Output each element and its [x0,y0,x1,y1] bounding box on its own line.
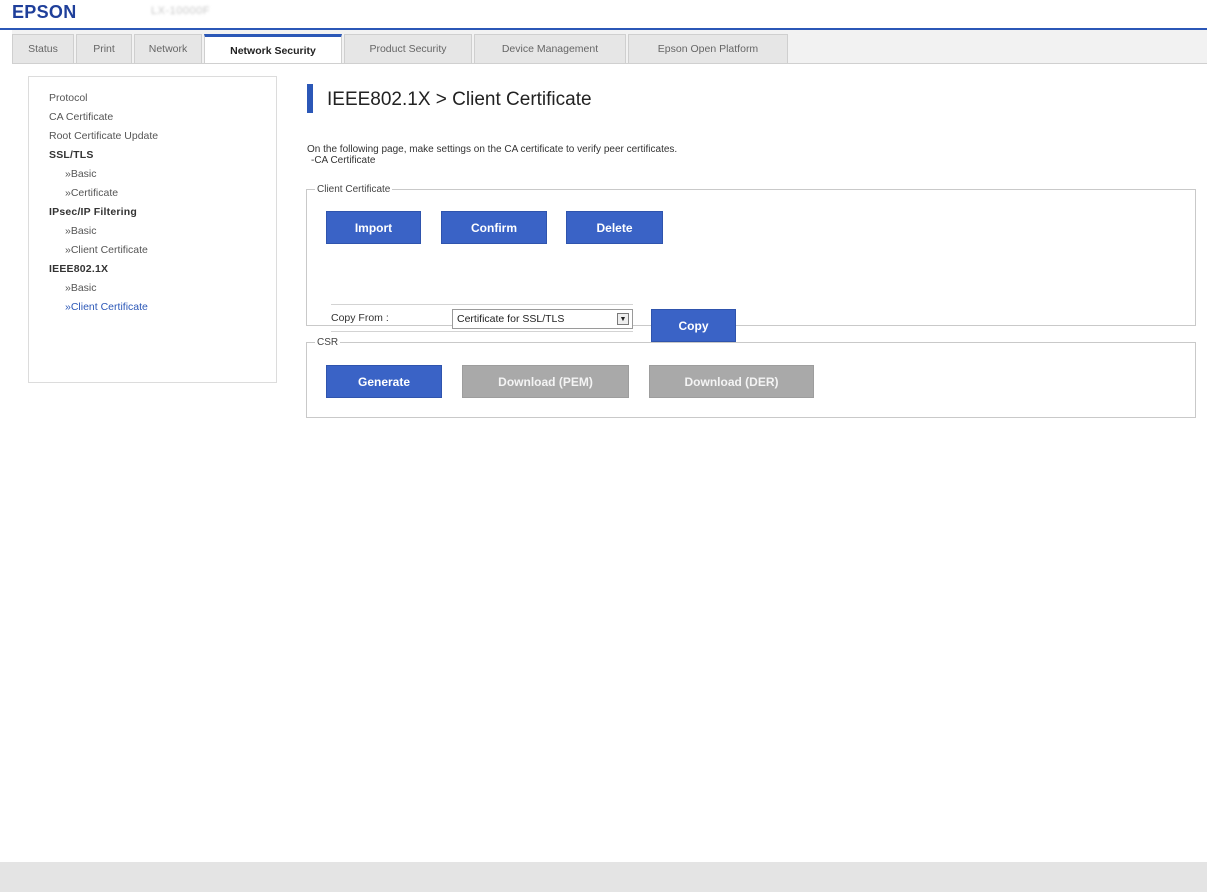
tab-device-management[interactable]: Device Management [474,34,626,63]
epson-logo: EPSON [12,2,77,22]
page-title: IEEE802.1X > Client Certificate [327,89,592,110]
printer-model: LX-10000F [151,5,210,17]
tab-network[interactable]: Network [134,34,202,63]
sidebar-item-ipsec-basic[interactable]: »Basic [29,222,276,241]
description-ca-certificate: -CA Certificate [311,155,376,166]
sidebar: Protocol CA Certificate Root Certificate… [28,76,277,383]
copy-from-selected-value: Certificate for SSL/TLS [457,313,565,325]
csr-legend: CSR [317,337,339,348]
tab-epson-open-platform[interactable]: Epson Open Platform [628,34,788,63]
tab-status[interactable]: Status [12,34,74,63]
copy-from-row: Copy From : Certificate for SSL/TLS ▼ [331,304,633,332]
sidebar-item-ssl-tls[interactable]: SSL/TLS [29,146,276,165]
import-button[interactable]: Import [326,211,421,244]
main-tabs: Status Print Network Network Security Pr… [12,34,790,64]
generate-button[interactable]: Generate [326,365,442,398]
sidebar-item-ssl-tls-certificate[interactable]: »Certificate [29,184,276,203]
download-pem-button: Download (PEM) [462,365,629,398]
tab-bar: Status Print Network Network Security Pr… [12,30,1207,862]
chevron-down-icon[interactable]: ▼ [617,313,629,325]
sidebar-item-protocol[interactable]: Protocol [29,89,276,108]
client-certificate-legend: Client Certificate [317,184,391,195]
sidebar-item-ieee8021x-basic[interactable]: »Basic [29,279,276,298]
copy-from-select[interactable]: Certificate for SSL/TLS ▼ [452,309,633,329]
confirm-button[interactable]: Confirm [441,211,547,244]
tab-network-security[interactable]: Network Security [204,34,342,64]
description-text: On the following page, make settings on … [307,144,678,155]
footer [0,862,1207,892]
tab-print[interactable]: Print [76,34,132,63]
download-der-button: Download (DER) [649,365,814,398]
header: EPSON LX-10000F [0,0,1207,28]
sidebar-item-ipsec-client-certificate[interactable]: »Client Certificate [29,241,276,260]
delete-button[interactable]: Delete [566,211,663,244]
page-description: On the following page, make settings on … [307,144,677,166]
sidebar-item-ieee8021x[interactable]: IEEE802.1X [29,260,276,279]
sidebar-item-ssl-tls-basic[interactable]: »Basic [29,165,276,184]
sidebar-item-ca-certificate[interactable]: CA Certificate [29,108,276,127]
tab-product-security[interactable]: Product Security [344,34,472,63]
sidebar-item-ipsec-ip-filtering[interactable]: IPsec/IP Filtering [29,203,276,222]
title-accent-bar [307,84,313,113]
copy-from-label: Copy From : [331,312,389,324]
sidebar-item-ieee8021x-client-certificate[interactable]: »Client Certificate [29,298,276,317]
content-area: Protocol CA Certificate Root Certificate… [12,63,1207,862]
sidebar-item-root-certificate-update[interactable]: Root Certificate Update [29,127,276,146]
